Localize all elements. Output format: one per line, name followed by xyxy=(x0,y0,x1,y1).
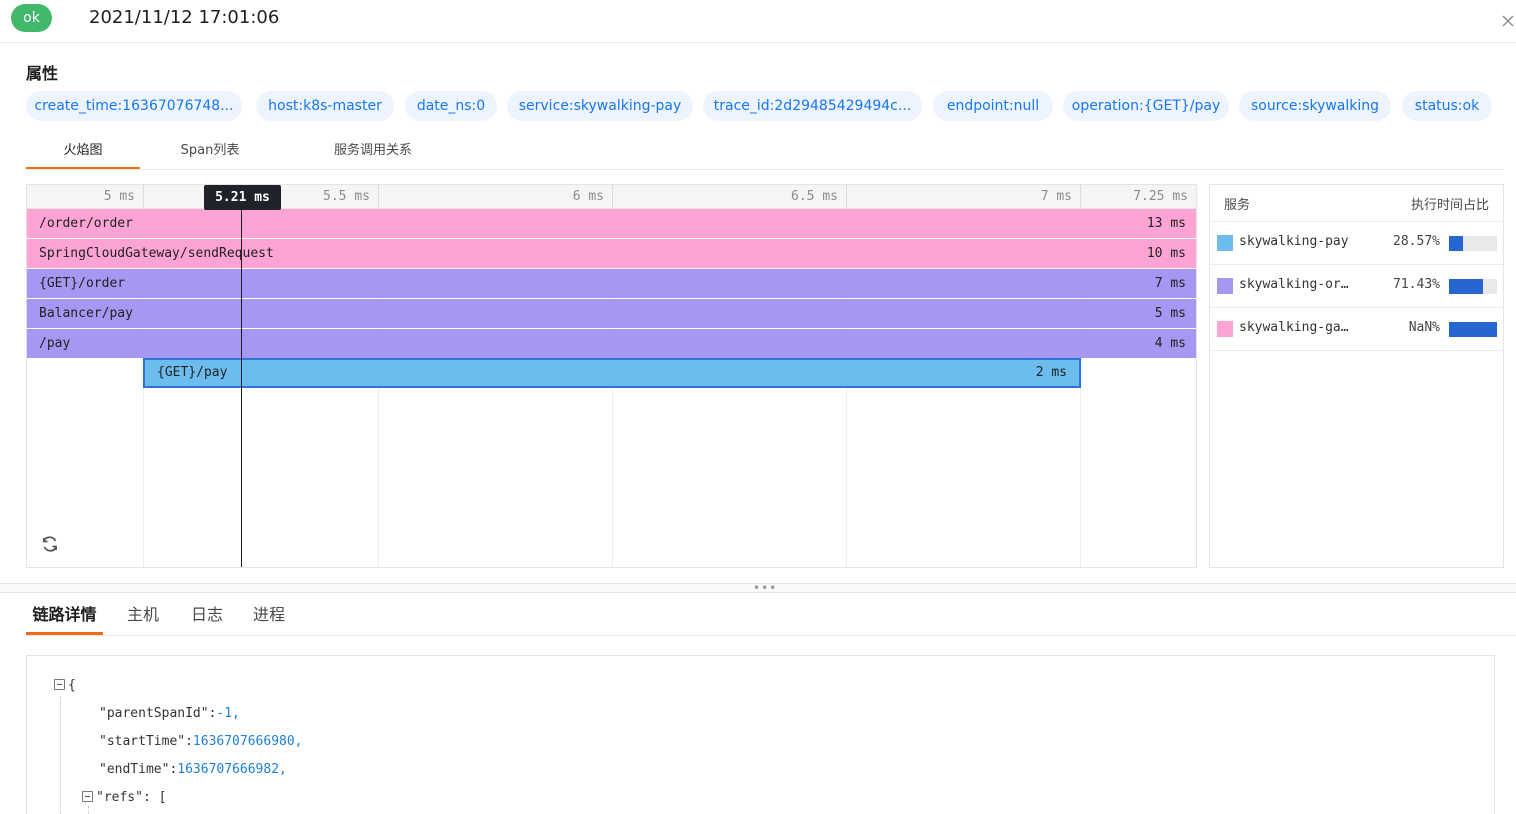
legend-header: 服务 执行时间占比 xyxy=(1210,185,1503,222)
json-value: 1636707666980, xyxy=(192,734,303,749)
span-bar-selected[interactable]: {GET}/pay 2 ms xyxy=(143,358,1081,388)
drawer-header: ok 2021/11/12 17:01:06 xyxy=(0,0,1516,43)
service-percent: NaN% xyxy=(1408,320,1440,335)
attributes-title: 属性 xyxy=(26,64,59,83)
span-name: /pay xyxy=(39,336,71,351)
percent-bar-fill xyxy=(1449,322,1497,337)
span-duration: 2 ms xyxy=(1035,365,1067,380)
time-axis: 5 ms 5.5 ms 6 ms 6.5 ms 7 ms 7.25 ms xyxy=(27,185,1196,209)
detail-tabs: 链路详情 主机 日志 进程 xyxy=(26,596,1516,636)
axis-tick: 7.25 ms xyxy=(1133,189,1188,204)
json-line: "startTime":1636707666980, xyxy=(99,734,303,749)
tag-operation[interactable]: operation:{GET}/pay xyxy=(1063,91,1229,121)
service-color-swatch xyxy=(1217,278,1233,294)
axis-tick: 6 ms xyxy=(379,185,613,209)
percent-bar xyxy=(1449,322,1497,337)
span-duration: 13 ms xyxy=(1146,216,1186,231)
service-legend: 服务 执行时间占比 skywalking-pay 28.57% skywalki… xyxy=(1209,184,1504,568)
service-name: skywalking-pay xyxy=(1239,234,1349,249)
span-bar[interactable]: {GET}/order 7 ms xyxy=(27,269,1196,298)
span-bar[interactable]: /pay 4 ms xyxy=(27,329,1196,358)
tag-status[interactable]: status:ok xyxy=(1402,91,1492,121)
json-viewer: { "parentSpanId":-1, "startTime":1636707… xyxy=(26,655,1495,814)
service-name: skywalking-ga… xyxy=(1239,320,1349,335)
collapse-icon[interactable] xyxy=(54,679,65,690)
service-name: skywalking-or… xyxy=(1239,277,1349,292)
refresh-icon[interactable] xyxy=(39,533,61,555)
tab-host[interactable]: 主机 xyxy=(121,596,165,635)
drag-handle-icon[interactable]: ••• xyxy=(753,582,777,594)
json-line: "refs": [ xyxy=(82,788,166,808)
span-duration: 4 ms xyxy=(1154,336,1186,351)
legend-row[interactable]: skywalking-ga… NaN% xyxy=(1210,308,1503,351)
service-percent: 28.57% xyxy=(1393,234,1440,249)
axis-tick: 6.5 ms xyxy=(613,185,847,209)
close-icon[interactable] xyxy=(1500,10,1516,30)
trace-datetime: 2021/11/12 17:01:06 xyxy=(89,7,280,28)
legend-col-service: 服务 xyxy=(1224,197,1251,213)
service-color-swatch xyxy=(1217,235,1233,251)
json-value: -1, xyxy=(216,706,240,721)
tag-trace-id[interactable]: trace_id:2d29485429494c... xyxy=(703,91,922,121)
json-key: "endTime" xyxy=(99,762,170,777)
tag-date-ns[interactable]: date_ns:0 xyxy=(405,91,497,121)
percent-bar-fill xyxy=(1449,236,1463,251)
tab-service-topology[interactable]: 服务调用关系 xyxy=(316,131,430,169)
axis-tick: 5 ms xyxy=(27,185,144,209)
tab-span-list[interactable]: Span列表 xyxy=(156,131,264,169)
span-duration: 10 ms xyxy=(1146,246,1186,261)
tab-logs[interactable]: 日志 xyxy=(185,596,229,635)
indent-guide xyxy=(60,696,61,814)
view-tabs: 火焰图 Span列表 服务调用关系 xyxy=(26,131,1504,170)
span-duration: 5 ms xyxy=(1154,306,1186,321)
tag-source[interactable]: source:skywalking xyxy=(1239,91,1391,121)
percent-bar-fill xyxy=(1449,279,1484,294)
span-name: {GET}/order xyxy=(39,276,126,291)
span-name: SpringCloudGateway/sendRequest xyxy=(39,246,274,261)
axis-tick: 7 ms xyxy=(847,185,1081,209)
json-key: "startTime" xyxy=(99,734,186,749)
json-line: "parentSpanId":-1, xyxy=(99,706,240,721)
json-key: "refs": [ xyxy=(96,790,167,805)
span-name: /order/order xyxy=(39,216,133,231)
service-percent: 71.43% xyxy=(1393,277,1440,292)
json-line: "endTime":1636707666982, xyxy=(99,762,287,777)
span-duration: 7 ms xyxy=(1154,276,1186,291)
json-brace: { xyxy=(68,678,76,693)
tab-trace-detail[interactable]: 链路详情 xyxy=(26,596,103,635)
service-color-swatch xyxy=(1217,321,1233,337)
tab-process[interactable]: 进程 xyxy=(247,596,291,635)
span-bar[interactable]: /order/order 13 ms xyxy=(27,209,1196,238)
collapse-icon[interactable] xyxy=(82,791,93,802)
span-bar[interactable]: Balancer/pay 5 ms xyxy=(27,299,1196,328)
percent-bar xyxy=(1449,279,1497,294)
panel-divider: ••• xyxy=(0,582,1516,594)
tag-endpoint[interactable]: endpoint:null xyxy=(933,91,1053,121)
json-key: "parentSpanId" xyxy=(99,706,209,721)
span-bar[interactable]: SpringCloudGateway/sendRequest 10 ms xyxy=(27,239,1196,268)
flame-graph[interactable]: 5 ms 5.5 ms 6 ms 6.5 ms 7 ms 7.25 ms /or… xyxy=(26,184,1197,568)
legend-row[interactable]: skywalking-or… 71.43% xyxy=(1210,265,1503,308)
legend-row[interactable]: skywalking-pay 28.57% xyxy=(1210,222,1503,265)
tag-service[interactable]: service:skywalking-pay xyxy=(507,91,693,121)
span-name: Balancer/pay xyxy=(39,306,133,321)
json-line: { xyxy=(54,676,76,696)
tag-host[interactable]: host:k8s-master xyxy=(256,91,394,121)
legend-col-ratio: 执行时间占比 xyxy=(1410,197,1489,213)
attribute-tags: create_time:16367076748... host:k8s-mast… xyxy=(26,91,1506,121)
time-cursor-label: 5.21 ms xyxy=(204,185,281,210)
time-cursor-line xyxy=(241,185,242,567)
status-badge: ok xyxy=(11,4,52,32)
json-value: 1636707666982, xyxy=(177,762,287,777)
percent-bar xyxy=(1449,236,1497,251)
tag-create-time[interactable]: create_time:16367076748... xyxy=(26,91,242,121)
tab-flamegraph[interactable]: 火焰图 xyxy=(26,131,140,169)
span-name: {GET}/pay xyxy=(157,365,228,380)
